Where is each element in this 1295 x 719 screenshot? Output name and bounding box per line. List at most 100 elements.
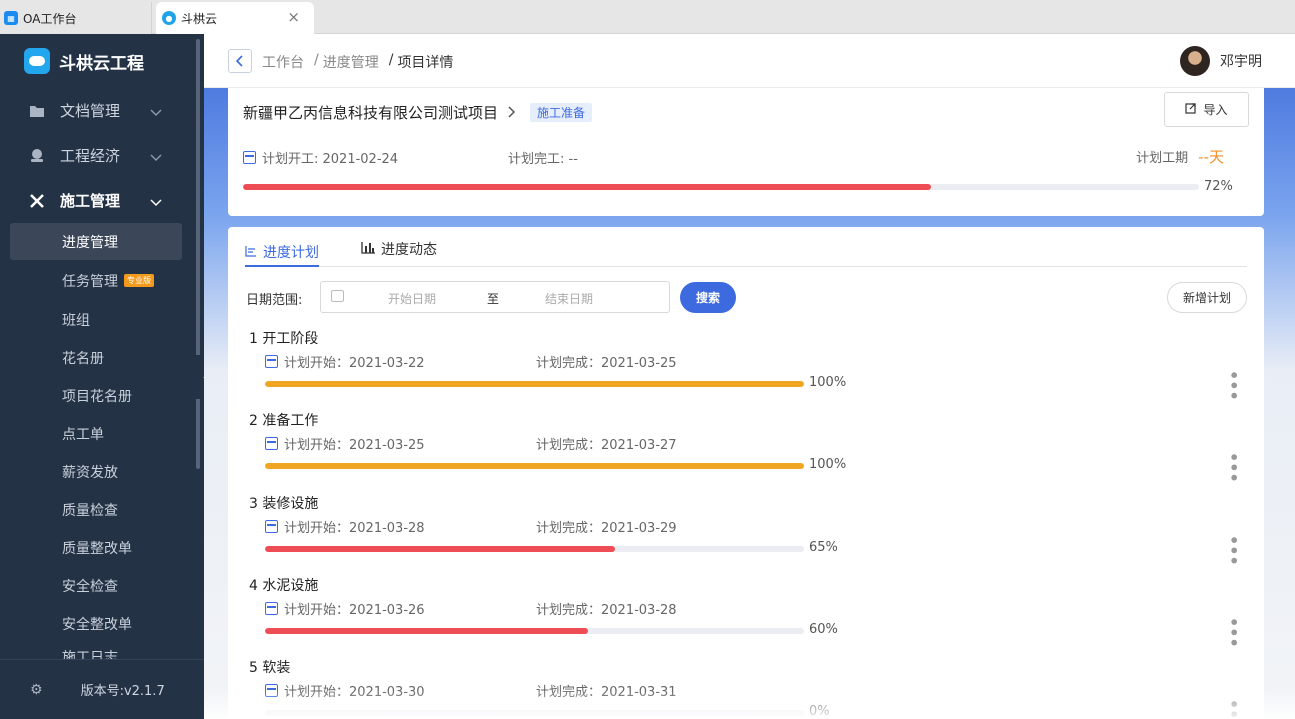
plan-title: 5 软装 xyxy=(249,660,291,676)
calendar-icon xyxy=(265,355,278,368)
progress-fill xyxy=(243,184,932,190)
sidebar-item-safety-rectify[interactable]: 安全整改单 xyxy=(10,605,182,642)
cloud-logo-icon xyxy=(24,48,50,74)
tab-label: 进度计划 xyxy=(263,245,319,261)
add-plan-button[interactable]: 新增计划 xyxy=(1167,282,1247,313)
tab-label: 进度动态 xyxy=(381,242,437,258)
user-name: 邓宇明 xyxy=(1220,54,1262,70)
sidebar-item-roster[interactable]: 花名册 xyxy=(10,339,182,376)
brand-name: 斗栱云工程 xyxy=(59,53,144,74)
calendar-icon xyxy=(265,437,278,450)
plan-title: 2 准备工作 xyxy=(249,413,319,429)
calendar-icon xyxy=(265,520,278,533)
more-options-icon[interactable]: ••• xyxy=(1224,370,1243,401)
status-badge: 施工准备 xyxy=(530,103,593,122)
plan-progress-label: 100% xyxy=(809,375,847,390)
sidebar-item-label: 安全检查 xyxy=(62,578,118,595)
browser-tab-label: OA工作台 xyxy=(23,11,77,26)
import-label: 导入 xyxy=(1203,103,1228,117)
plan-end-text: 计划完成：2021-03-27 xyxy=(536,438,677,453)
more-options-icon[interactable]: ••• xyxy=(1224,617,1243,648)
sidebar-scrollbar[interactable] xyxy=(196,39,200,469)
browser-tab-bar: ▦ OA工作台 ● 斗栱云 × xyxy=(0,0,1295,34)
plan-progress-label: 100% xyxy=(809,457,847,472)
plan-start-text: 计划开始：2021-03-28 xyxy=(284,521,425,536)
sidebar-item-tasks[interactable]: 任务管理 专业版 xyxy=(10,262,182,299)
plan-progress-label: 65% xyxy=(809,540,838,555)
sidebar-item-quality-check[interactable]: 质量检查 xyxy=(10,491,182,528)
plan-end-text: 计划完成：2021-03-29 xyxy=(536,521,677,536)
plan-start-text: 计划开始：2021-03-26 xyxy=(284,603,425,618)
close-icon[interactable]: × xyxy=(287,10,300,25)
sidebar-item-label: 项目花名册 xyxy=(62,388,132,405)
top-bar: 工作台 / 进度管理 / 项目详情 邓宇明 xyxy=(204,34,1295,88)
plan-row[interactable]: 2 准备工作计划开始：2021-03-25 计划完成：2021-03-27 100%… xyxy=(228,410,1264,492)
breadcrumb-progress[interactable]: 进度管理 xyxy=(323,52,379,72)
tab-bar: 进度计划 进度动态 xyxy=(245,227,1247,267)
plan-row[interactable]: 3 装修设施 计划开始：2021-03-28 计划完成：2021-03-29 65% •… xyxy=(228,493,1264,575)
plan-start-text: 计划开工: 2021-02-24 xyxy=(262,152,399,167)
chevron-down-icon xyxy=(150,193,162,211)
sidebar-item-teams[interactable]: 班组 xyxy=(10,301,182,338)
sidebar-group-label: 工程经济 xyxy=(60,147,121,165)
end-date-input[interactable]: 结束日期 xyxy=(545,290,593,307)
plan-row[interactable]: 1 开工阶段 计划开始：2021-03-22 计划完成：2021-03-25 100%… xyxy=(228,328,1264,410)
back-button[interactable] xyxy=(228,49,252,73)
sidebar-group-construction[interactable]: 施工管理 xyxy=(28,190,178,211)
project-progress-label: 72% xyxy=(1204,179,1233,194)
browser-tab-dougong[interactable]: ● 斗栱云 × xyxy=(156,2,314,34)
plan-start-date: 计划开始：2021-03-25 xyxy=(265,434,425,453)
plan-start-text: 计划开始：2021-03-25 xyxy=(284,438,425,453)
tab-progress-plan[interactable]: 进度计划 xyxy=(245,239,319,267)
plan-progress-bar xyxy=(265,628,804,634)
chevron-down-icon xyxy=(150,103,162,121)
plan-start-date: 计划开始：2021-03-26 xyxy=(265,599,425,618)
progress-fill xyxy=(265,628,589,634)
more-options-icon[interactable]: ••• xyxy=(1224,452,1243,483)
version-label: 版本号:v2.1.7 xyxy=(80,684,165,699)
browser-tab-label: 斗栱云 xyxy=(181,11,218,26)
sidebar-group-label: 文档管理 xyxy=(60,102,121,120)
sidebar-group-economy[interactable]: 工程经济 xyxy=(28,145,178,166)
sidebar-item-progress[interactable]: 进度管理 xyxy=(10,223,182,260)
plan-end-text: 计划完成：2021-03-25 xyxy=(536,356,677,371)
duration-value: --天 xyxy=(1198,148,1224,166)
start-date-input[interactable]: 开始日期 xyxy=(388,290,436,307)
chevron-right-icon xyxy=(508,104,516,122)
more-options-icon[interactable]: ••• xyxy=(1224,535,1243,566)
avatar xyxy=(1180,46,1210,76)
import-button[interactable]: 导入 xyxy=(1164,92,1249,127)
sidebar-item-project-roster[interactable]: 项目花名册 xyxy=(10,377,182,414)
date-range-picker[interactable]: 开始日期 至 结束日期 xyxy=(320,281,670,313)
brand-logo[interactable]: 斗栱云工程 xyxy=(24,48,144,74)
project-progress-bar xyxy=(243,184,1199,190)
plan-end-date: 计划完成：2021-03-25 xyxy=(536,352,677,371)
sidebar-item-quality-rectify[interactable]: 质量整改单 xyxy=(10,529,182,566)
tools-icon xyxy=(28,192,46,210)
breadcrumb-separator: / xyxy=(388,52,394,68)
sidebar-group-documents[interactable]: 文档管理 xyxy=(28,100,178,121)
sidebar-item-construction-log[interactable]: 施工日志 xyxy=(10,643,182,659)
date-range-separator: 至 xyxy=(487,292,500,306)
search-button[interactable]: 搜索 xyxy=(680,282,736,313)
plan-start-date: 计划开工: 2021-02-24 xyxy=(243,148,398,167)
sidebar-item-safety-check[interactable]: 安全检查 xyxy=(10,567,182,604)
sidebar: 斗栱云工程 文档管理 工程经济 施工管理 进度管理 任务管理 专业版 班组 花名册… xyxy=(0,34,204,719)
plan-end-date: 计划完成：2021-03-28 xyxy=(536,599,677,618)
plan-row[interactable]: 4 水泥设施 计划开始：2021-03-26 计划完成：2021-03-28 60% •… xyxy=(228,575,1264,657)
browser-tab-oa[interactable]: ▦ OA工作台 xyxy=(0,2,152,34)
breadcrumb-separator: / xyxy=(314,52,319,68)
breadcrumb-workbench[interactable]: 工作台 xyxy=(262,52,304,72)
chevron-down-icon xyxy=(150,148,162,166)
pro-badge: 专业版 xyxy=(124,274,154,287)
sidebar-item-salary[interactable]: 薪资发放 xyxy=(10,453,182,490)
progress-fill xyxy=(265,381,804,387)
gear-icon[interactable]: ⚙ xyxy=(30,682,43,698)
date-range-label: 日期范围: xyxy=(246,293,303,308)
sidebar-item-point-work[interactable]: 点工单 xyxy=(10,415,182,452)
sidebar-item-label: 班组 xyxy=(62,312,90,329)
tab-progress-dynamics[interactable]: 进度动态 xyxy=(361,239,437,259)
project-title-row[interactable]: 新疆甲乙丙信息科技有限公司测试项目 施工准备 xyxy=(243,102,593,123)
progress-fill xyxy=(265,546,616,552)
user-menu[interactable]: 邓宇明 xyxy=(1180,46,1262,76)
